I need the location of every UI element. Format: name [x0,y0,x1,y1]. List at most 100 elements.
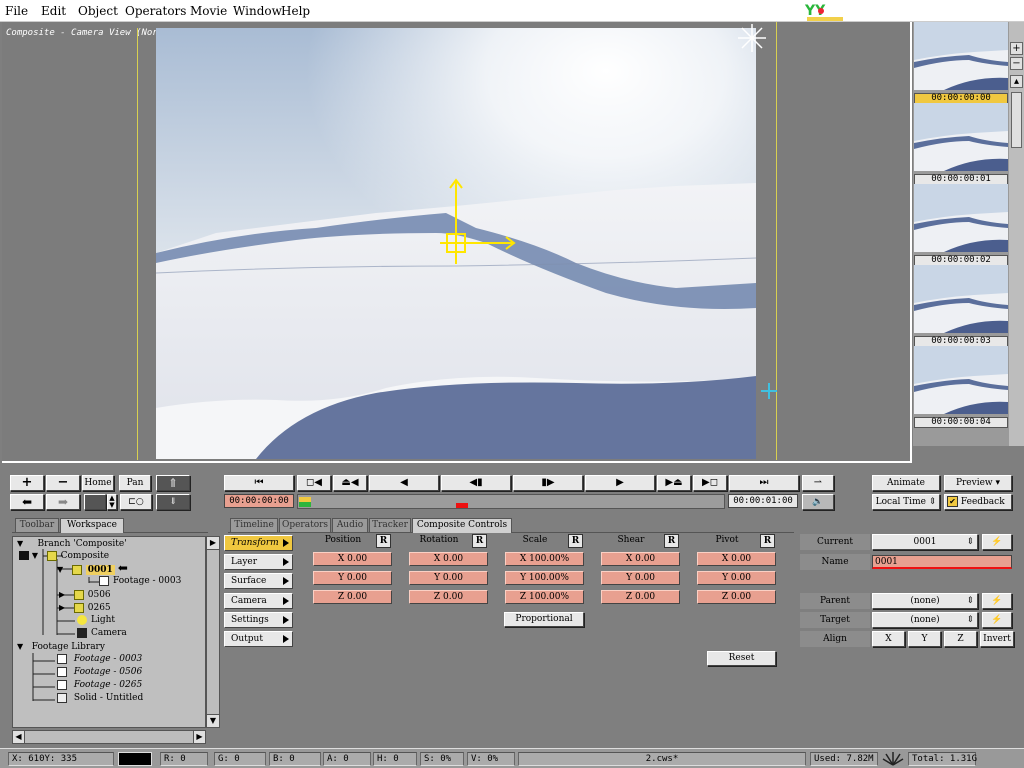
transform-gizmo[interactable] [434,178,518,268]
tree-layer-0265[interactable]: ▶ 0265 [59,601,111,614]
library-item[interactable]: Footage - 0003 [57,653,142,666]
current-layer-select[interactable]: 0001 ⇕ [872,534,978,550]
mark-in-icon[interactable]: ◻◀ [297,475,331,491]
pick-current-icon[interactable]: ⚡ [982,534,1012,550]
scroll-up-icon[interactable]: ▴ [1010,75,1023,88]
target-select[interactable]: (none) ⇕ [872,612,978,628]
step-back-icon[interactable]: ◀▮ [441,475,511,491]
library-item[interactable]: Footage - 0506 [57,666,142,679]
scroll-thumb[interactable] [1011,92,1022,148]
move-up-icon[interactable]: ⇑ [156,475,190,491]
thumbnail-image[interactable] [914,22,1008,90]
controls-camera-button[interactable]: Camera [224,593,293,609]
animate-button[interactable]: Animate [872,475,940,491]
position-y-field[interactable]: Y 0.00 [313,571,392,585]
pivot-x-field[interactable]: X 0.00 [697,552,776,566]
swatch-spinner-icon[interactable]: ▲ ▼ [107,494,117,510]
rotation-reset-r-button[interactable]: R [472,534,487,548]
go-to-end-icon[interactable]: ⏭ [729,475,799,491]
scroll-right-icon[interactable]: ▶ [207,537,219,550]
menu-edit[interactable]: Edit [41,4,66,18]
library-item[interactable]: Footage - 0265 [57,679,142,692]
invert-button[interactable]: Invert [980,631,1014,647]
preview-button[interactable]: Preview ▾ [944,475,1012,491]
color-swatch[interactable] [84,494,106,510]
tree-light[interactable]: Light [77,614,115,627]
pivot-y-field[interactable]: Y 0.00 [697,571,776,585]
tab-audio[interactable]: Audio [332,518,368,532]
proportional-button[interactable]: Proportional [504,612,584,627]
connect-icon[interactable]: ⊏○ [120,494,152,510]
scale-y-field[interactable]: Y 100.00% [505,571,584,585]
scrubber-playhead[interactable] [456,503,468,508]
tab-timeline[interactable]: Timeline [230,518,278,532]
shear-z-field[interactable]: Z 0.00 [601,590,680,604]
menu-movie[interactable]: Movie [190,4,227,18]
zoom-out-button[interactable]: − [46,475,80,491]
tab-toolbar[interactable]: Toolbar [15,518,59,532]
play-reverse-icon[interactable]: ◀ [369,475,439,491]
workspace-tree[interactable]: ▼ Branch 'Composite' ▼ Composite ▼ 0001 … [12,536,206,728]
pivot-z-field[interactable]: Z 0.00 [697,590,776,604]
controls-transform-button[interactable]: Transform [224,535,293,551]
step-forward-icon[interactable]: ▮▶ [513,475,583,491]
library-item[interactable]: Solid - Untitled [57,692,143,705]
set-out-icon[interactable]: ▶⏏ [657,475,691,491]
thumbnail-timecode[interactable]: 00:00:00:04 [914,417,1008,428]
controls-settings-button[interactable]: Settings [224,612,293,628]
tab-tracker[interactable]: Tracker [369,518,411,532]
position-reset-r-button[interactable]: R [376,534,391,548]
pick-parent-icon[interactable]: ⚡ [982,593,1012,609]
scale-reset-r-button[interactable]: R [568,534,583,548]
back-arrow-icon[interactable]: ⬅ [10,494,44,510]
pivot-reset-r-button[interactable]: R [760,534,775,548]
menu-window[interactable]: Window [233,4,282,18]
feedback-checkbox[interactable]: ✔ Feedback [944,494,1012,510]
move-down-icon[interactable]: ⇓ [156,494,190,510]
shear-y-field[interactable]: Y 0.00 [601,571,680,585]
parent-select[interactable]: (none) ⇕ [872,593,978,609]
name-input[interactable]: 0001 [872,555,1012,569]
controls-output-button[interactable]: Output [224,631,293,647]
pan-button[interactable]: Pan [119,475,151,491]
scale-z-field[interactable]: Z 100.00% [505,590,584,604]
thumbnail-image[interactable] [914,184,1008,252]
scroll-right-icon[interactable]: ▶ [193,731,205,743]
tab-operators[interactable]: Operators [279,518,331,532]
play-icon[interactable]: ▶ [585,475,655,491]
mark-out-icon[interactable]: ▶◻ [693,475,727,491]
align-x-button[interactable]: X [872,631,905,647]
reset-button[interactable]: Reset [707,651,776,666]
tree-vscrollbar[interactable]: ▶ ▼ [206,536,220,728]
position-x-field[interactable]: X 0.00 [313,552,392,566]
shear-reset-r-button[interactable]: R [664,534,679,548]
tree-layer-0001[interactable]: ▼ 0001 ⬅ [57,562,128,575]
scale-x-field[interactable]: X 100.00% [505,552,584,566]
end-time-field[interactable]: 00:00:01:00 [728,494,798,508]
menu-file[interactable]: File [5,4,28,18]
loop-icon[interactable]: ⇀ [802,475,834,491]
align-z-button[interactable]: Z [944,631,977,647]
local-time-select[interactable]: Local Time ⇕ [872,494,940,510]
rotation-x-field[interactable]: X 0.00 [409,552,488,566]
audio-speaker-icon[interactable]: 🔈 [802,494,834,510]
align-y-button[interactable]: Y [908,631,941,647]
zoom-in-button[interactable]: + [10,475,44,491]
tree-composite[interactable]: ▼ Composite [19,549,109,562]
thumbnail-image[interactable] [914,265,1008,333]
tree-footage-0003[interactable]: Footage - 0003 [99,575,181,588]
tab-workspace[interactable]: Workspace [60,518,124,533]
menu-help[interactable]: Help [281,4,310,18]
controls-layer-button[interactable]: Layer [224,554,293,570]
menu-object[interactable]: Object [78,4,118,18]
scroll-down-icon[interactable]: ▼ [207,714,219,727]
scroll-left-icon[interactable]: ◀ [13,731,25,743]
thumbnail-scrollbar[interactable]: + − ▴ [1009,22,1024,446]
set-in-icon[interactable]: ⏏◀ [333,475,367,491]
rotation-y-field[interactable]: Y 0.00 [409,571,488,585]
tree-hscrollbar[interactable]: ◀ ▶ [12,730,206,744]
go-to-start-icon[interactable]: ⏮ [224,475,294,491]
thumbnail-image[interactable] [914,103,1008,171]
position-z-field[interactable]: Z 0.00 [313,590,392,604]
tab-composite-controls[interactable]: Composite Controls [412,518,512,533]
